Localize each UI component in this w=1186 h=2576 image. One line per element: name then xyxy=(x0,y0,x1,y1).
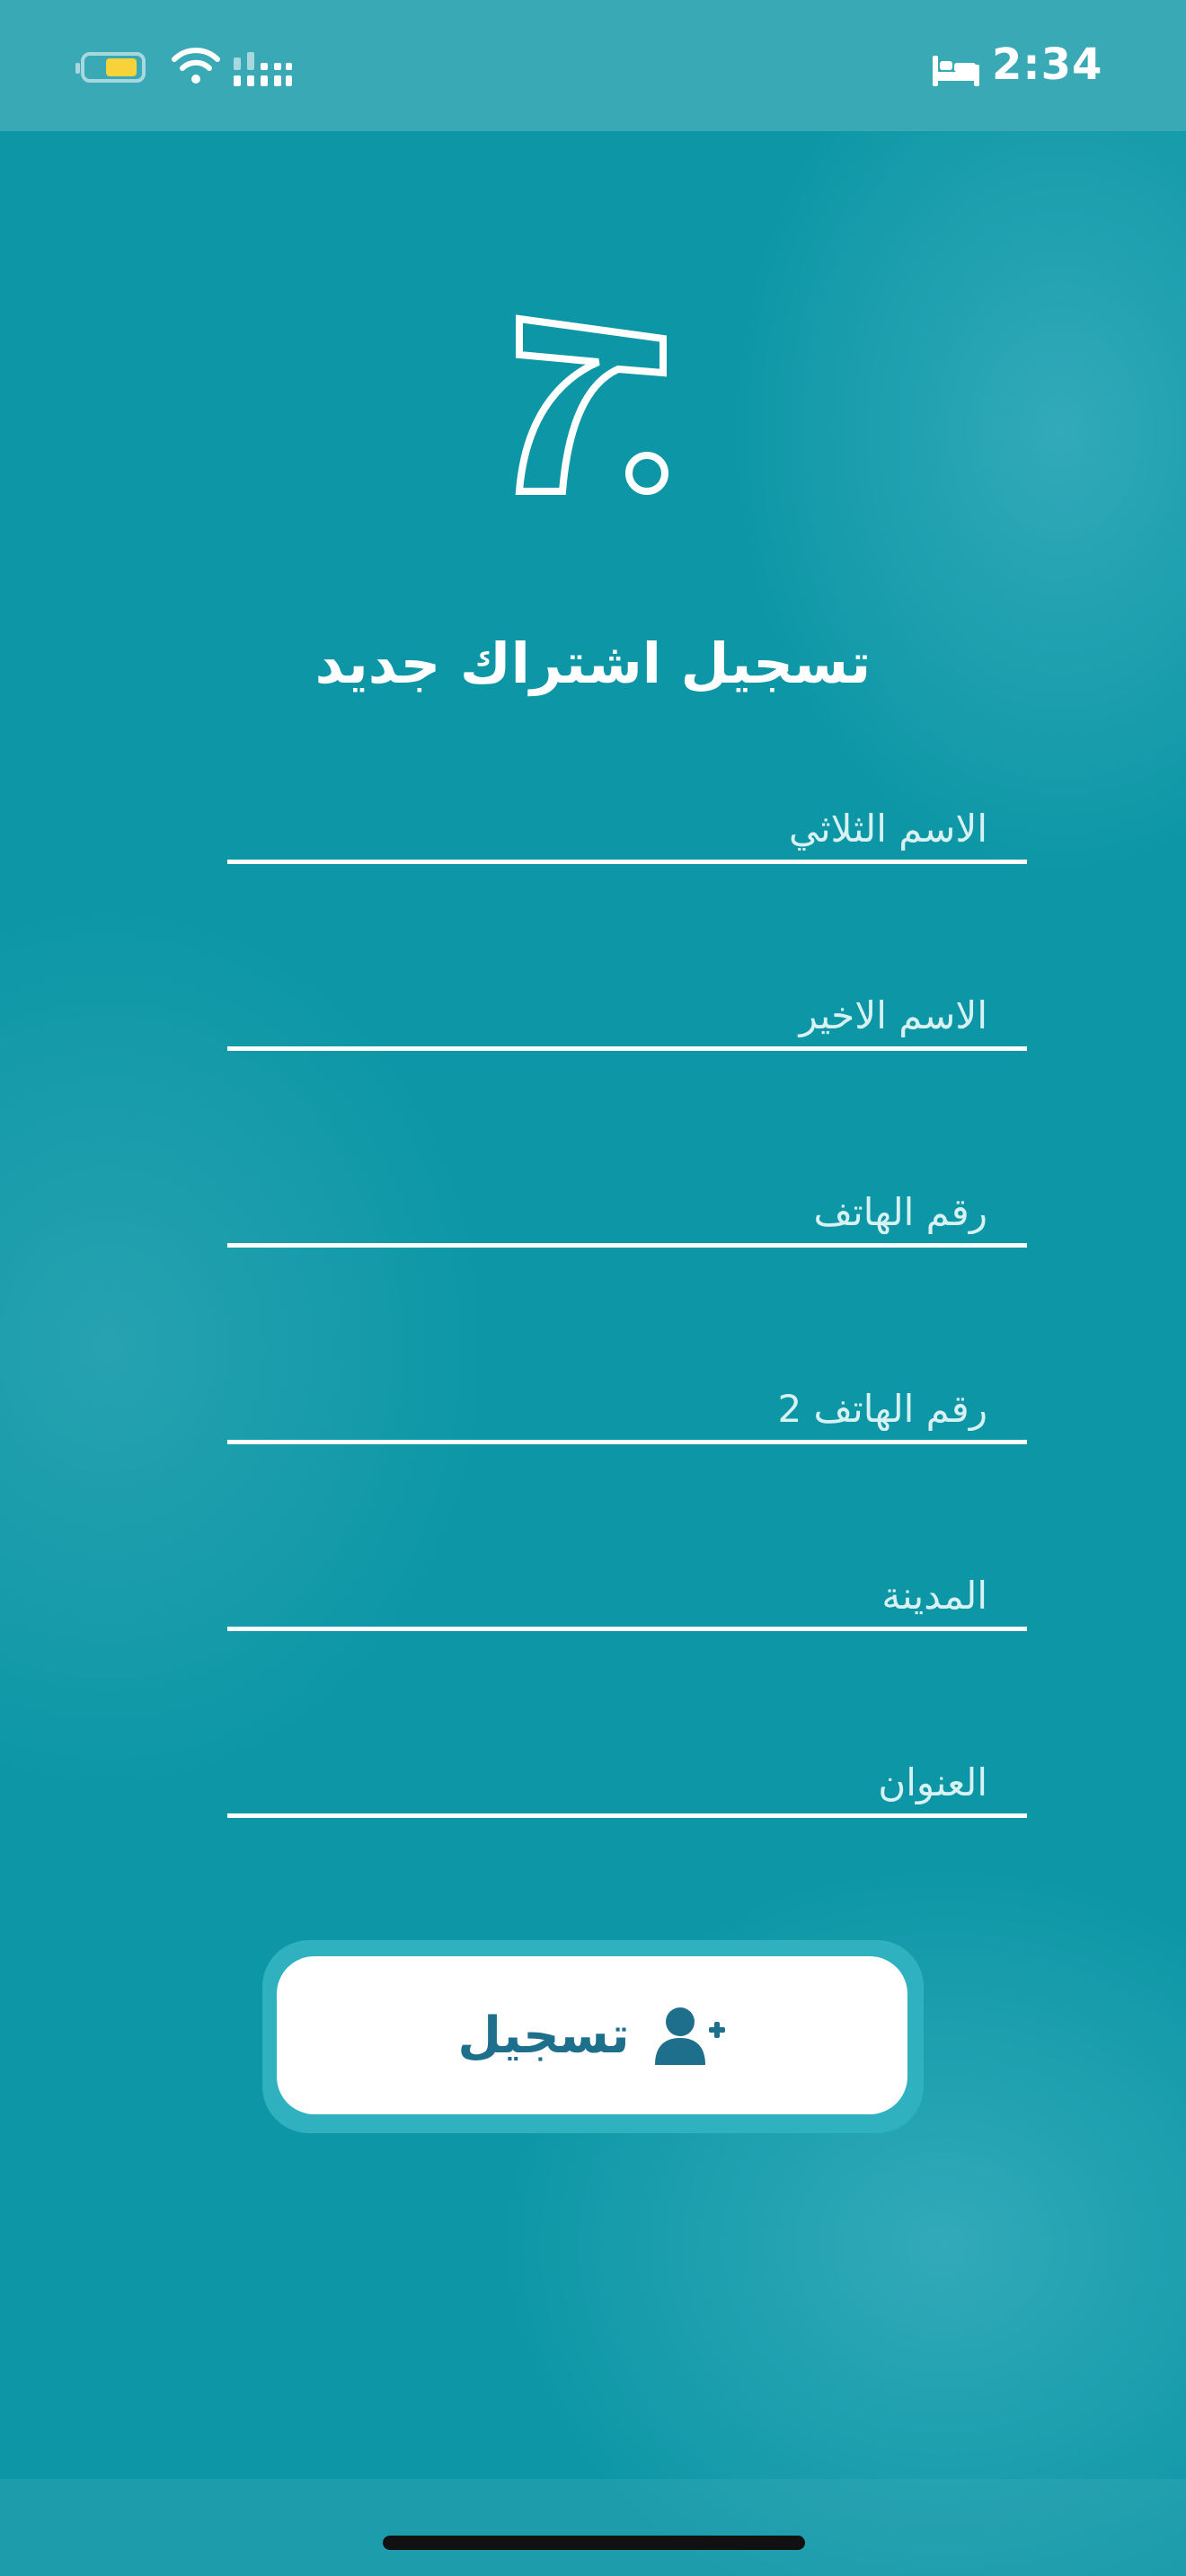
page-title: تسجيل اشتراك جديد xyxy=(314,631,872,696)
full-name-input[interactable] xyxy=(227,797,1027,860)
register-button-label: تسجيل xyxy=(457,2006,630,2065)
address-input[interactable] xyxy=(227,1751,1027,1813)
brand-logo-icon xyxy=(515,314,668,495)
bottom-bar xyxy=(0,2479,1186,2576)
battery-level-fill xyxy=(106,58,137,76)
address-field xyxy=(227,1751,1027,1818)
phone2-field xyxy=(227,1377,1027,1444)
battery-icon xyxy=(75,52,146,83)
phone-input[interactable] xyxy=(227,1180,1027,1243)
full-name-field xyxy=(227,797,1027,864)
last-name-field xyxy=(227,984,1027,1051)
register-button-container: تسجيل xyxy=(262,1940,924,2133)
cellular-signal-icon xyxy=(234,52,292,86)
status-time: 2:34 xyxy=(992,40,1103,90)
register-button[interactable]: تسجيل xyxy=(277,1956,907,2114)
wifi-icon xyxy=(172,48,220,84)
add-user-icon xyxy=(654,2007,725,2065)
sleep-focus-icon xyxy=(933,56,979,86)
last-name-input[interactable] xyxy=(227,984,1027,1046)
city-input[interactable] xyxy=(227,1564,1027,1627)
city-field xyxy=(227,1564,1027,1631)
phone2-input[interactable] xyxy=(227,1377,1027,1440)
phone-field xyxy=(227,1180,1027,1248)
home-indicator[interactable] xyxy=(383,2536,805,2550)
status-bar: 2:34 xyxy=(0,0,1186,131)
